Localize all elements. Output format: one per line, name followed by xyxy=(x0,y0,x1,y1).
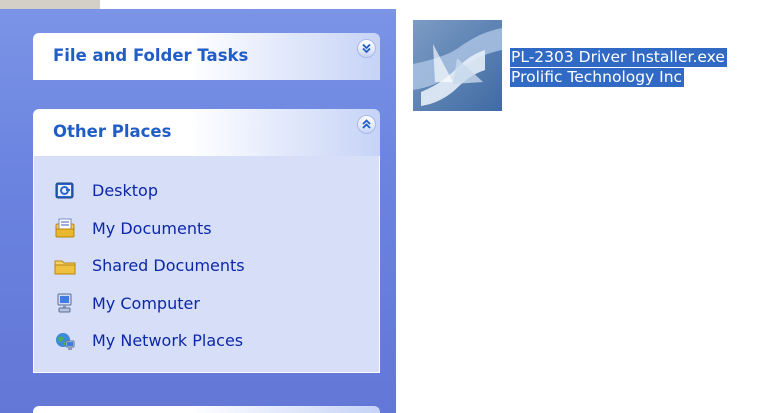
other-places-panel: Other Places Desktop My Documents Shared… xyxy=(33,109,380,373)
panel-title: Other Places xyxy=(53,122,172,141)
details-panel-header[interactable] xyxy=(33,406,380,413)
my-computer-icon xyxy=(54,292,76,314)
my-documents-icon xyxy=(54,217,76,239)
place-my-network-places[interactable]: My Network Places xyxy=(54,322,379,360)
task-pane: File and Folder Tasks Other Places Deskt… xyxy=(0,9,396,413)
other-places-header[interactable]: Other Places xyxy=(33,109,380,156)
file-folder-tasks-panel: File and Folder Tasks xyxy=(33,33,380,80)
place-label: Desktop xyxy=(92,181,158,201)
place-label: My Computer xyxy=(92,293,200,313)
place-shared-documents[interactable]: Shared Documents xyxy=(54,247,379,285)
place-desktop[interactable]: Desktop xyxy=(54,172,379,210)
desktop-icon xyxy=(54,180,76,202)
place-my-computer[interactable]: My Computer xyxy=(54,285,379,323)
file-item-selected[interactable]: PL-2303 Driver Installer.exe Prolific Te… xyxy=(413,20,769,113)
place-label: Shared Documents xyxy=(92,256,245,276)
chevron-double-up-icon[interactable] xyxy=(357,115,376,134)
window-top-strip xyxy=(0,0,100,9)
place-label: My Network Places xyxy=(92,331,244,351)
place-my-documents[interactable]: My Documents xyxy=(54,210,379,248)
installer-icon xyxy=(413,20,502,111)
file-company: Prolific Technology Inc xyxy=(510,68,685,87)
place-label: My Documents xyxy=(92,218,212,238)
file-name: PL-2303 Driver Installer.exe xyxy=(510,48,727,67)
file-labels: PL-2303 Driver Installer.exe Prolific Te… xyxy=(510,47,727,87)
panel-title: File and Folder Tasks xyxy=(53,46,249,65)
shared-documents-icon xyxy=(54,255,76,277)
chevron-double-down-icon[interactable] xyxy=(357,39,376,58)
network-places-icon xyxy=(54,330,76,352)
other-places-list: Desktop My Documents Shared Documents My… xyxy=(33,156,380,373)
file-folder-tasks-header[interactable]: File and Folder Tasks xyxy=(33,33,380,80)
